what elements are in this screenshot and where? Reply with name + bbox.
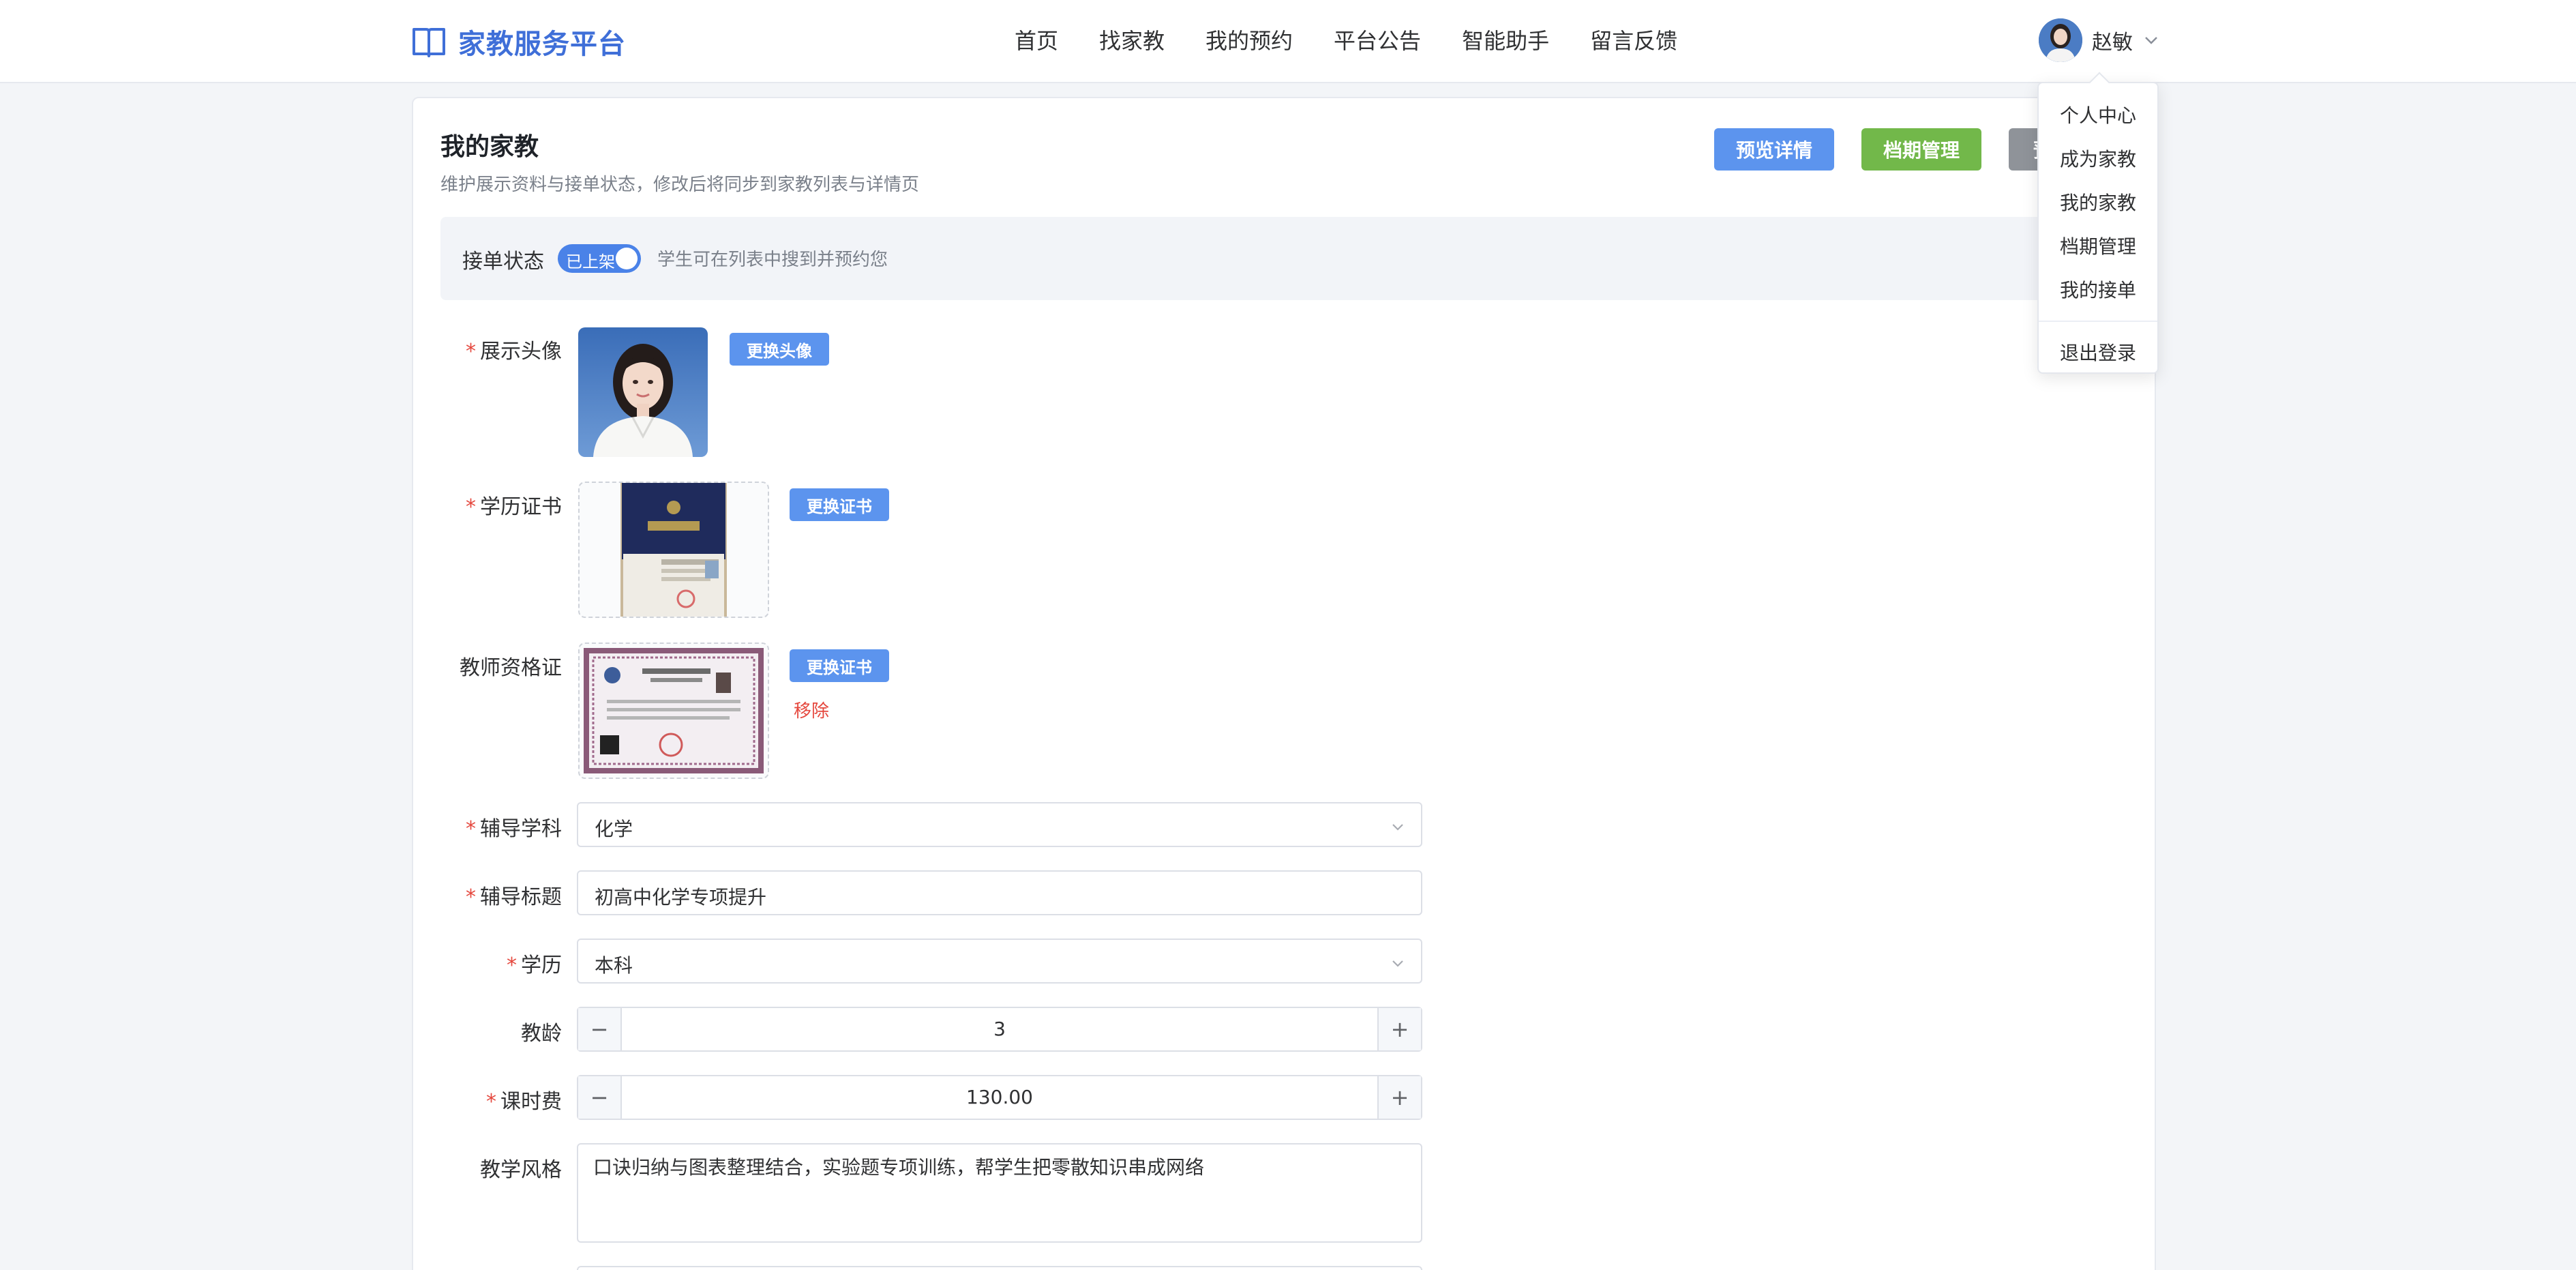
user-menu-trigger[interactable]: 赵敏 <box>2039 18 2160 63</box>
nav-home[interactable]: 首页 <box>1015 25 1058 57</box>
main-nav: 首页 找家教 我的预约 平台公告 智能助手 留言反馈 <box>1015 25 1677 57</box>
fee-value[interactable]: 130.00 <box>622 1086 1377 1108</box>
teacher-cert-label: 教师资格证 <box>460 656 562 680</box>
menu-personal-center[interactable]: 个人中心 <box>2039 94 2157 138</box>
heading-label: * 辅导标题 <box>466 885 562 909</box>
chevron-down-icon <box>1392 960 1403 967</box>
toggle-text: 已上架 <box>566 252 615 271</box>
avatar-label: * 展示头像 <box>466 340 562 364</box>
education-label: * 学历 <box>507 954 562 977</box>
nav-my-bookings[interactable]: 我的预约 <box>1205 25 1293 57</box>
menu-become-tutor[interactable]: 成为家教 <box>2039 138 2157 181</box>
brand[interactable]: 家教服务平台 <box>412 22 626 61</box>
years-label: 教龄 <box>521 1022 562 1046</box>
diploma-upload[interactable] <box>578 482 769 618</box>
fee-decrement-button[interactable]: − <box>578 1076 622 1119</box>
schedule-management-button[interactable]: 档期管理 <box>1861 128 1981 171</box>
page-subtitle: 维护展示资料与接单状态，修改后将同步到家教列表与详情页 <box>440 175 920 195</box>
order-status-panel: 接单状态 已上架 学生可在列表中搜到并预约您 <box>440 217 2130 300</box>
my-tutor-card: 我的家教 维护展示资料与接单状态，修改后将同步到家教列表与详情页 预览详情 档期… <box>412 97 2156 1270</box>
listing-toggle[interactable]: 已上架 <box>558 244 641 273</box>
fee-stepper[interactable]: − 130.00 + <box>577 1075 1422 1120</box>
teaching-style-textarea[interactable]: 口诀归纳与图表整理结合，实验题专项训练，帮学生把零散知识串成网络 <box>577 1143 1422 1243</box>
subject-label: * 辅导学科 <box>466 817 562 841</box>
order-status-label: 接单状态 <box>462 250 544 274</box>
order-status-hint: 学生可在列表中搜到并预约您 <box>657 250 888 270</box>
next-field[interactable] <box>577 1266 1422 1270</box>
heading-value: 初高中化学专项提升 <box>595 886 767 909</box>
page-title: 我的家教 <box>440 133 539 161</box>
menu-my-orders[interactable]: 我的接单 <box>2039 269 2157 312</box>
brand-name: 家教服务平台 <box>458 29 626 60</box>
years-stepper[interactable]: − 3 + <box>577 1007 1422 1052</box>
heading-input[interactable]: 初高中化学专项提升 <box>577 870 1422 915</box>
menu-logout[interactable]: 退出登录 <box>2039 331 2157 375</box>
fee-label: * 课时费 <box>486 1090 562 1114</box>
subject-value: 化学 <box>595 818 633 840</box>
education-value: 本科 <box>595 954 633 977</box>
nav-announcements[interactable]: 平台公告 <box>1334 25 1421 57</box>
diploma-label: * 学历证书 <box>466 495 562 519</box>
chevron-down-icon <box>2145 37 2157 44</box>
change-diploma-button[interactable]: 更换证书 <box>790 488 889 521</box>
preview-details-button[interactable]: 预览详情 <box>1714 128 1834 171</box>
change-avatar-button[interactable]: 更换头像 <box>730 333 829 366</box>
years-increment-button[interactable]: + <box>1377 1008 1421 1050</box>
teaching-style-label: 教学风格 <box>480 1158 562 1182</box>
chevron-down-icon <box>1392 824 1403 831</box>
avatar-image[interactable] <box>578 327 708 457</box>
user-name: 赵敏 <box>2092 31 2133 55</box>
nav-find-tutor[interactable]: 找家教 <box>1099 25 1165 57</box>
user-avatar <box>2039 18 2082 62</box>
years-decrement-button[interactable]: − <box>578 1008 622 1050</box>
years-value[interactable]: 3 <box>622 1018 1377 1040</box>
menu-my-tutor[interactable]: 我的家教 <box>2039 181 2157 225</box>
remove-teacher-cert-link[interactable]: 移除 <box>794 697 829 722</box>
fee-increment-button[interactable]: + <box>1377 1076 1421 1119</box>
user-dropdown-menu: 个人中心 成为家教 我的家教 档期管理 我的接单 退出登录 <box>2037 82 2159 374</box>
toggle-knob <box>616 248 638 269</box>
nav-feedback[interactable]: 留言反馈 <box>1590 25 1677 57</box>
menu-schedule[interactable]: 档期管理 <box>2039 225 2157 269</box>
teacher-cert-upload[interactable] <box>578 643 769 779</box>
nav-ai-assistant[interactable]: 智能助手 <box>1462 25 1549 57</box>
book-icon <box>413 28 445 57</box>
subject-select[interactable]: 化学 <box>577 802 1422 847</box>
top-navbar: 家教服务平台 首页 找家教 我的预约 平台公告 智能助手 留言反馈 赵敏 <box>0 0 2576 83</box>
education-select[interactable]: 本科 <box>577 939 1422 984</box>
change-teacher-cert-button[interactable]: 更换证书 <box>790 649 889 682</box>
menu-divider <box>2039 321 2157 322</box>
